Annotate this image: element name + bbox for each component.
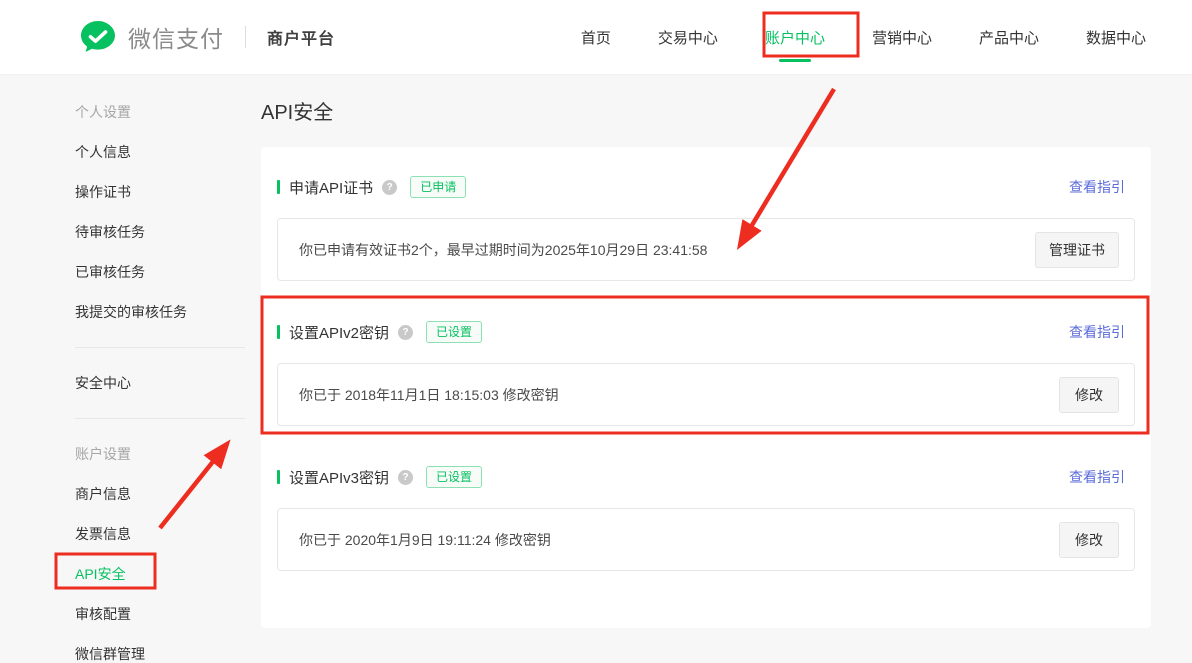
sidebar-item-invoice-info[interactable]: 发票信息 xyxy=(75,514,261,554)
apiv2-status-text: 你已于 2018年11月1日 18:15:03 修改密钥 xyxy=(299,385,1059,405)
section-api-certificate: 申请API证书 ? 已申请 查看指引 你已申请有效证书2个，最早过期时间为202… xyxy=(277,176,1135,281)
sidebar-item-wechat-group-management[interactable]: 微信群管理 xyxy=(75,634,261,663)
content-area: 个人设置 个人信息 操作证书 待审核任务 已审核任务 我提交的审核任务 安全中心… xyxy=(0,75,1192,663)
section-title: 设置APIv2密钥 xyxy=(289,322,389,343)
section-title: 设置APIv3密钥 xyxy=(289,467,389,488)
sidebar-item-pending-review-tasks[interactable]: 待审核任务 xyxy=(75,212,261,252)
api-security-card: 申请API证书 ? 已申请 查看指引 你已申请有效证书2个，最早过期时间为202… xyxy=(261,147,1151,628)
section-title: 申请API证书 xyxy=(289,177,373,198)
nav-item-home[interactable]: 首页 xyxy=(579,17,613,58)
sidebar-item-api-security[interactable]: API安全 xyxy=(75,554,261,594)
sidebar: 个人设置 个人信息 操作证书 待审核任务 已审核任务 我提交的审核任务 安全中心… xyxy=(0,75,261,663)
wechat-bubble-icon xyxy=(80,20,116,54)
help-icon[interactable]: ? xyxy=(398,325,413,340)
nav-item-data-center[interactable]: 数据中心 xyxy=(1084,17,1148,58)
portal-label: 商户平台 xyxy=(267,25,335,49)
modify-apiv2-key-button[interactable]: 修改 xyxy=(1059,377,1119,413)
view-guide-link[interactable]: 查看指引 xyxy=(1069,177,1125,197)
nav-item-product-center[interactable]: 产品中心 xyxy=(977,17,1041,58)
section-header: 申请API证书 ? 已申请 查看指引 xyxy=(277,176,1135,198)
sidebar-item-personal-info[interactable]: 个人信息 xyxy=(75,132,261,172)
top-navigation: 首页 交易中心 账户中心 营销中心 产品中心 数据中心 xyxy=(579,17,1148,58)
sidebar-header-personal-settings: 个人设置 xyxy=(75,92,261,132)
sidebar-header-account-settings: 账户设置 xyxy=(75,434,261,474)
apiv3-info-box: 你已于 2020年1月9日 19:11:24 修改密钥 修改 xyxy=(277,508,1135,571)
nav-item-account-center[interactable]: 账户中心 xyxy=(763,17,827,58)
status-badge-set: 已设置 xyxy=(426,466,482,488)
sidebar-item-reviewed-tasks[interactable]: 已审核任务 xyxy=(75,252,261,292)
nav-item-trade-center[interactable]: 交易中心 xyxy=(656,17,720,58)
section-accent-bar xyxy=(277,180,280,194)
wechat-pay-logo: 微信支付 商户平台 xyxy=(80,20,335,54)
help-icon[interactable]: ? xyxy=(398,470,413,485)
section-accent-bar xyxy=(277,470,280,484)
status-badge-applied: 已申请 xyxy=(410,176,466,198)
certificate-info-box: 你已申请有效证书2个，最早过期时间为2025年10月29日 23:41:58 管… xyxy=(277,218,1135,281)
status-badge-set: 已设置 xyxy=(426,321,482,343)
section-apiv3-key: 设置APIv3密钥 ? 已设置 查看指引 你已于 2020年1月9日 19:11… xyxy=(277,466,1135,571)
sidebar-item-merchant-info[interactable]: 商户信息 xyxy=(75,474,261,514)
view-guide-link[interactable]: 查看指引 xyxy=(1069,467,1125,487)
section-header: 设置APIv2密钥 ? 已设置 查看指引 xyxy=(277,321,1135,343)
sidebar-item-review-config[interactable]: 审核配置 xyxy=(75,594,261,634)
manage-certificate-button[interactable]: 管理证书 xyxy=(1035,232,1119,268)
page-title: API安全 xyxy=(261,96,1192,125)
apiv2-info-box: 你已于 2018年11月1日 18:15:03 修改密钥 修改 xyxy=(277,363,1135,426)
section-accent-bar xyxy=(277,325,280,339)
nav-item-marketing-center[interactable]: 营销中心 xyxy=(870,17,934,58)
sidebar-item-security-center[interactable]: 安全中心 xyxy=(75,363,261,403)
sidebar-divider xyxy=(75,347,245,348)
view-guide-link[interactable]: 查看指引 xyxy=(1069,322,1125,342)
certificate-status-text: 你已申请有效证书2个，最早过期时间为2025年10月29日 23:41:58 xyxy=(299,240,1035,260)
sidebar-item-my-submitted-tasks[interactable]: 我提交的审核任务 xyxy=(75,292,261,332)
sidebar-item-operation-certificate[interactable]: 操作证书 xyxy=(75,172,261,212)
logo-divider xyxy=(245,26,246,48)
sidebar-divider xyxy=(75,418,245,419)
help-icon[interactable]: ? xyxy=(382,180,397,195)
top-header: 微信支付 商户平台 首页 交易中心 账户中心 营销中心 产品中心 数据中心 xyxy=(0,0,1192,75)
main-content: API安全 申请API证书 ? 已申请 查看指引 你已申请有效证书2个，最早过期… xyxy=(261,75,1192,628)
section-header: 设置APIv3密钥 ? 已设置 查看指引 xyxy=(277,466,1135,488)
modify-apiv3-key-button[interactable]: 修改 xyxy=(1059,522,1119,558)
logo-text: 微信支付 xyxy=(128,20,224,54)
apiv3-status-text: 你已于 2020年1月9日 19:11:24 修改密钥 xyxy=(299,530,1059,550)
section-apiv2-key: 设置APIv2密钥 ? 已设置 查看指引 你已于 2018年11月1日 18:1… xyxy=(277,321,1135,426)
